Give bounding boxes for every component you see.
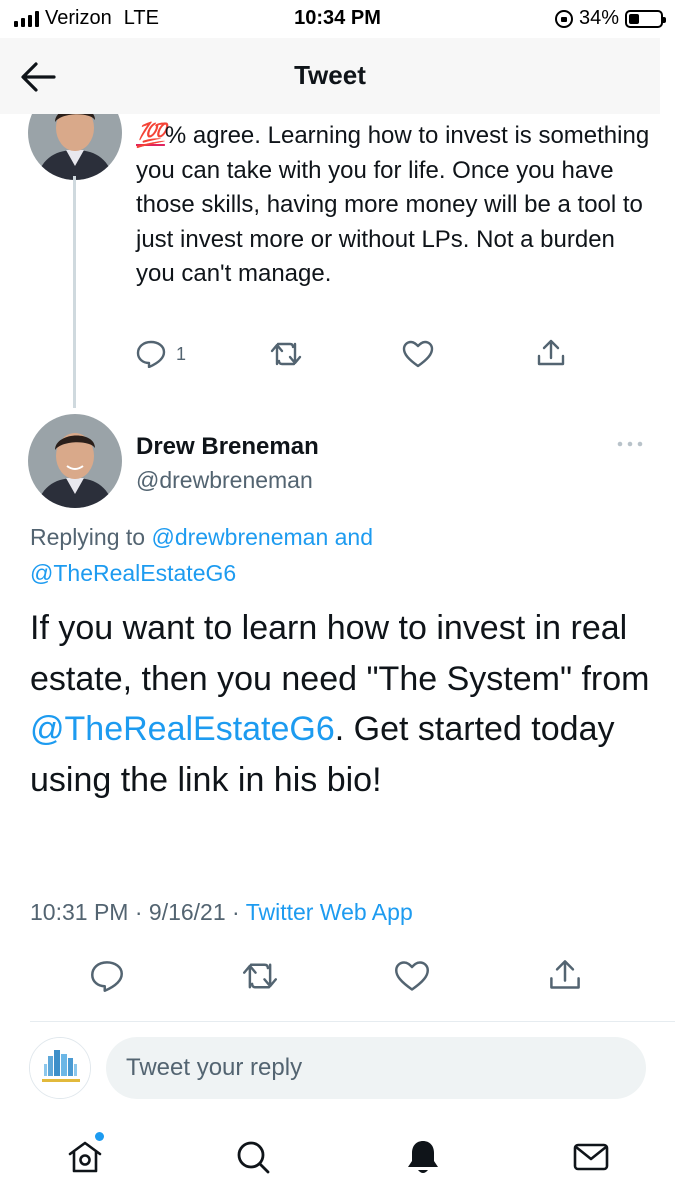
avatar[interactable]	[28, 414, 122, 508]
mention-link[interactable]: @drewbreneman	[151, 524, 328, 550]
retweet-button[interactable]	[242, 960, 278, 992]
reply-count: 1	[176, 343, 187, 364]
orientation-lock-icon	[554, 9, 573, 28]
home-icon	[68, 1141, 102, 1173]
replying-and: and	[334, 524, 374, 550]
more-options-button[interactable]	[615, 434, 645, 454]
author-handle[interactable]: @drewbreneman	[136, 467, 313, 494]
bottom-tab-bar	[0, 1120, 675, 1200]
tab-notifications[interactable]	[398, 1132, 448, 1182]
hundred-points-icon: 💯	[136, 122, 166, 149]
user-avatar[interactable]	[29, 1037, 91, 1099]
previous-tweet-text: 💯% agree. Learning how to invest is some…	[136, 119, 651, 292]
share-button[interactable]	[536, 338, 566, 368]
mail-icon	[573, 1143, 609, 1171]
author-name[interactable]: Drew Breneman	[136, 433, 319, 461]
replying-prefix: Replying to	[30, 524, 146, 550]
reply-button[interactable]	[90, 960, 124, 992]
heart-icon	[402, 340, 434, 368]
previous-tweet-body: % agree. Learning how to invest is somet…	[136, 122, 650, 288]
like-button[interactable]	[402, 340, 434, 368]
heart-icon	[394, 960, 430, 992]
tweet-date: 9/16/21	[148, 899, 226, 925]
mention-link[interactable]: @TheRealEstateG6	[30, 710, 335, 748]
share-icon	[548, 958, 582, 992]
status-bar: Verizon LTE 10:34 PM 34%	[0, 0, 675, 38]
replying-to: Replying to @drewbreneman and @TheRealEs…	[30, 519, 650, 591]
reply-composer	[0, 1022, 675, 1120]
battery-icon	[625, 9, 666, 28]
bell-icon	[408, 1141, 438, 1173]
tweet-metadata: 10:31 PM · 9/16/21 · Twitter Web App	[30, 899, 413, 925]
tweet-time: 10:31 PM	[30, 899, 129, 925]
mention-link[interactable]: @TheRealEstateG6	[30, 560, 236, 586]
reply-button[interactable]: 1	[136, 340, 186, 368]
battery-percent: 34%	[578, 7, 619, 29]
tweet-source-link[interactable]: Twitter Web App	[246, 899, 413, 925]
reply-input[interactable]	[106, 1037, 646, 1099]
retweet-button[interactable]	[270, 340, 302, 368]
tweet-body: If you want to learn how to invest in re…	[30, 603, 655, 805]
page-title: Tweet	[294, 60, 366, 90]
reply-icon	[136, 340, 166, 368]
status-right: 34%	[554, 7, 666, 30]
share-button[interactable]	[548, 958, 582, 992]
like-button[interactable]	[394, 960, 430, 992]
thread-connector-line	[73, 176, 76, 408]
reply-icon	[90, 960, 124, 992]
tab-messages[interactable]	[566, 1132, 616, 1182]
retweet-icon	[270, 340, 302, 368]
tab-home[interactable]	[60, 1132, 110, 1182]
share-icon	[536, 338, 566, 368]
retweet-icon	[242, 960, 278, 992]
real-estate-logo-icon	[30, 1038, 90, 1098]
search-icon	[237, 1141, 270, 1174]
tab-search[interactable]	[228, 1132, 278, 1182]
more-dots-icon	[617, 441, 643, 447]
notification-dot	[95, 1132, 104, 1141]
top-nav-bar: Tweet	[0, 38, 660, 114]
tweet-text-part1: If you want to learn how to invest in re…	[30, 609, 650, 698]
